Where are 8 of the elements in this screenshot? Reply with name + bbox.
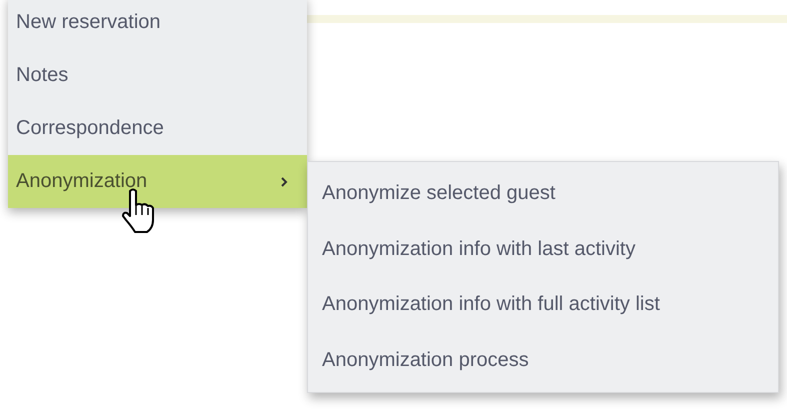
menu-item[interactable]: Anonymization bbox=[8, 155, 307, 208]
submenu-item[interactable]: Anonymization process bbox=[308, 332, 778, 388]
menu-item[interactable]: Correspondence bbox=[8, 102, 307, 155]
menu-item[interactable]: Notes bbox=[8, 49, 307, 102]
menu-item[interactable]: New reservation bbox=[8, 0, 307, 49]
submenu-item[interactable]: Anonymization info with last activity bbox=[308, 222, 778, 277]
submenu-item[interactable]: Anonymize selected guest bbox=[308, 166, 778, 222]
submenu-item[interactable]: Anonymization info with full activity list bbox=[308, 277, 778, 332]
